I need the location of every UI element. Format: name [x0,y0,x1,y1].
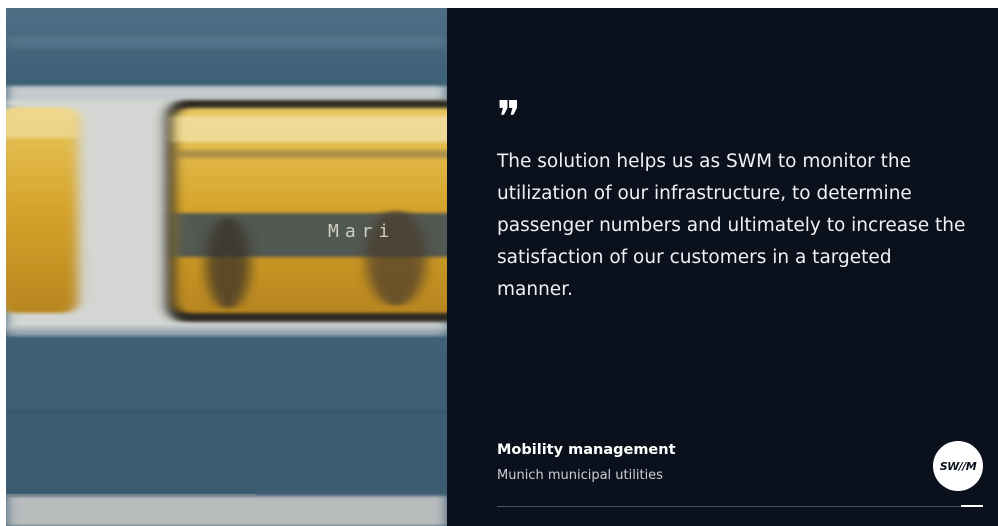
author-name: Mobility management [497,442,676,458]
station-sign-text: Mari [328,221,396,242]
quote-text: The solution helps us as SWM to monitor … [497,151,966,300]
quote-panel: ❞ The solution helps us as SWM to monito… [447,8,998,526]
testimonial-photo: Mari [6,8,447,526]
slider-progress-track[interactable] [497,505,983,507]
testimonial-section: Mari ❞ The solution helps us as SWM to m… [0,0,998,526]
author-organization: Munich municipal utilities [497,468,663,483]
quote-mark-icon: ❞ [497,92,521,143]
swm-logo: SW//M [933,441,983,491]
slider-progress-fill [961,505,983,507]
train-image [6,8,447,526]
swm-logo-text: SW//M [939,459,977,473]
